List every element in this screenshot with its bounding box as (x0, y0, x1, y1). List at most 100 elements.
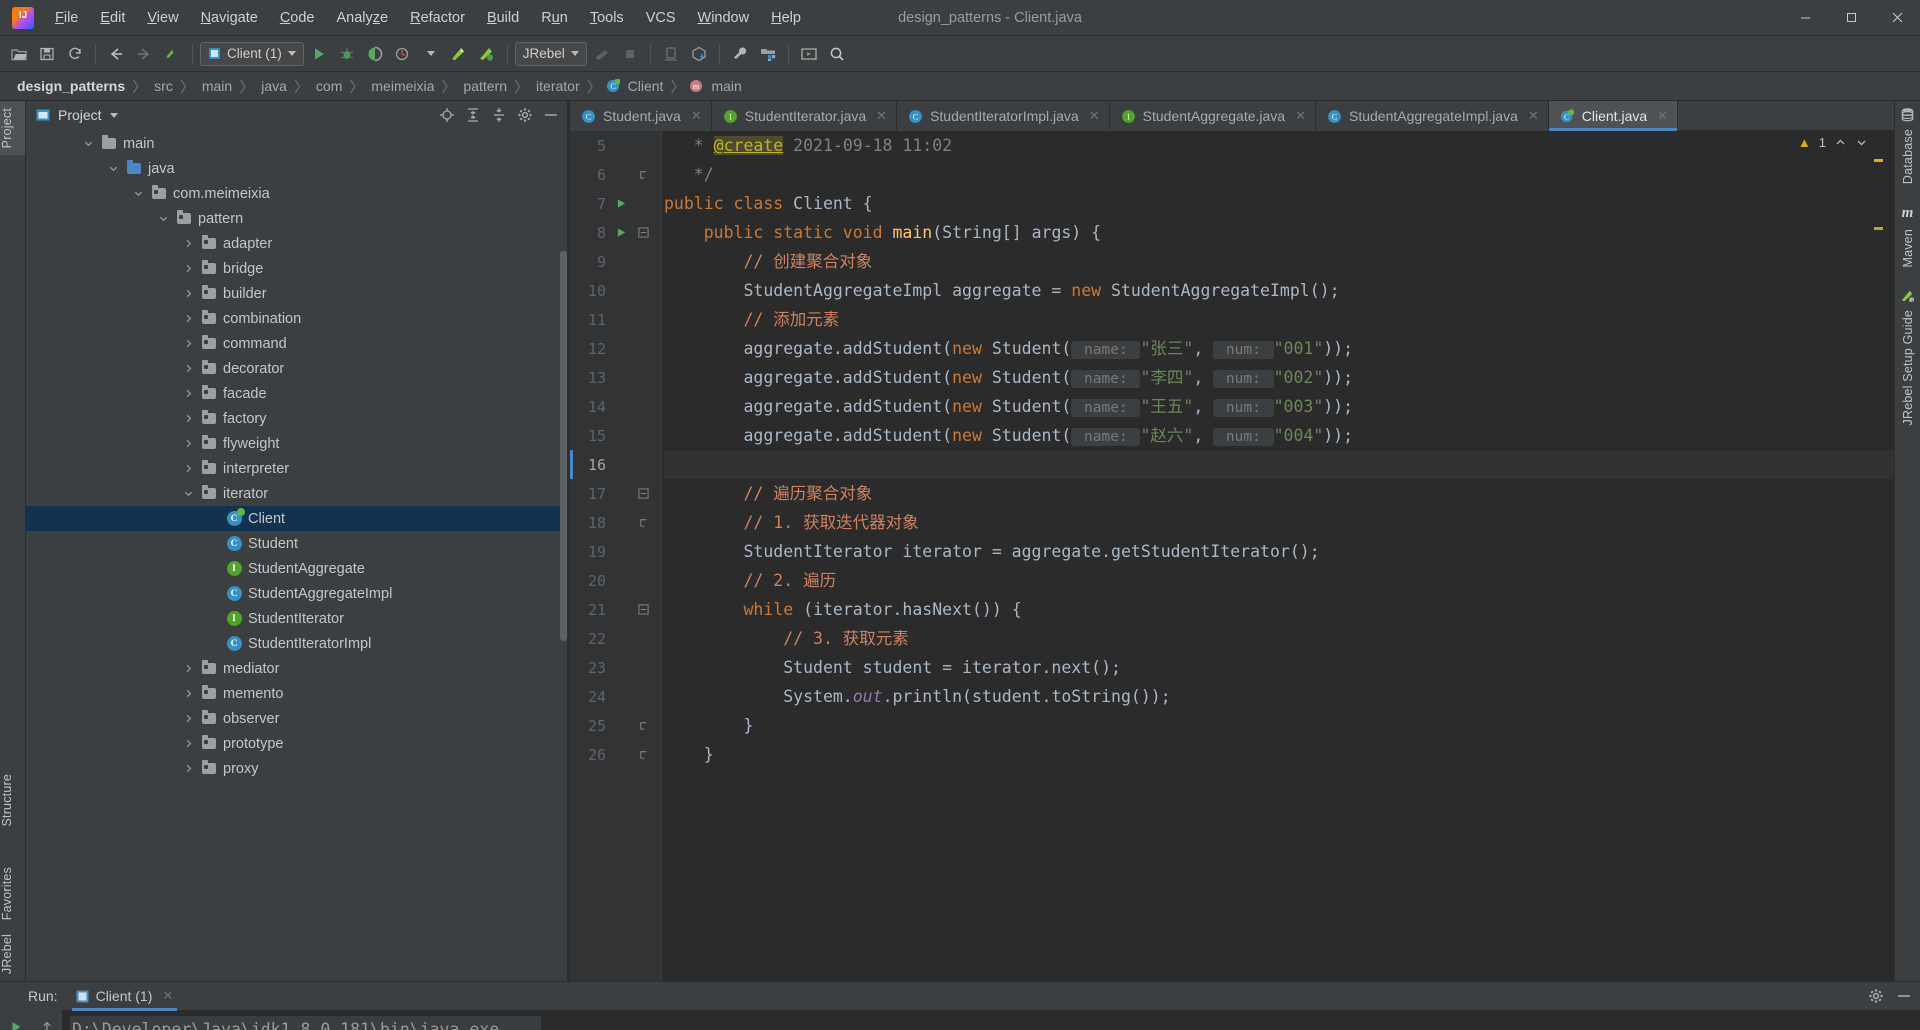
fold-end-icon[interactable] (632, 169, 654, 180)
chevron-right-icon[interactable] (184, 264, 200, 273)
code-line[interactable]: aggregate.addStudent(new Student( name: … (664, 421, 1894, 450)
tree-node-studentaggregate[interactable]: I StudentAggregate (26, 556, 569, 581)
menu-bar[interactable]: File Edit View Navigate Code Analyze Refactor B… (44, 6, 812, 30)
fold-end-icon[interactable] (632, 517, 654, 528)
code-line[interactable]: } (664, 711, 1894, 740)
breadcrumb-item-main[interactable]: m main (689, 78, 744, 94)
gutter-line[interactable]: 5 (570, 131, 662, 160)
close-icon[interactable]: ✕ (876, 108, 887, 124)
chevron-down-icon[interactable] (109, 112, 118, 118)
code-line[interactable]: // 遍历聚合对象 (664, 479, 1894, 508)
maximize-button[interactable] (1828, 0, 1874, 36)
chevron-right-icon[interactable] (184, 339, 200, 348)
editor-tab-studentaggregateimpl-java[interactable]: C StudentAggregateImpl.java ✕ (1316, 101, 1549, 131)
rerun-icon[interactable] (3, 1014, 29, 1030)
code-line[interactable]: Student student = iterator.next(); (664, 653, 1894, 682)
code-line[interactable]: aggregate.addStudent(new Student( name: … (664, 334, 1894, 363)
menu-item-navigate[interactable]: Navigate (190, 6, 269, 30)
code-line[interactable]: // 3. 获取元素 (664, 624, 1894, 653)
close-icon[interactable]: ✕ (1295, 108, 1306, 124)
menu-item-analyze[interactable]: Analyze (326, 6, 400, 30)
project-tool-window[interactable]: Project main java com.meimeixia pattern … (26, 101, 570, 981)
code-editor[interactable]: 5 6 7 8 9 10 11 12 13 14 15 16 17 18 19 20 21 22 23 24 25 26 … (570, 131, 1894, 981)
tree-node-flyweight[interactable]: flyweight (26, 431, 569, 456)
run-configuration-selector[interactable]: Client (1) (200, 41, 304, 66)
main-toolbar[interactable]: Client (1) JRebel (0, 36, 1920, 72)
code-line[interactable]: aggregate.addStudent(new Student( name: … (664, 363, 1894, 392)
tree-node-combination[interactable]: combination (26, 306, 569, 331)
close-icon[interactable]: ✕ (162, 988, 173, 1004)
code-line[interactable]: System.out.println(student.toString()); (664, 682, 1894, 711)
chevron-right-icon[interactable] (184, 664, 200, 673)
open-folder-icon[interactable] (6, 41, 32, 67)
chevron-down-icon[interactable] (109, 164, 125, 173)
chevron-right-icon[interactable] (184, 289, 200, 298)
jrebel-run-icon[interactable] (446, 41, 472, 67)
gutter-line[interactable]: 22 (570, 624, 662, 653)
editor-tab-studentiterator-java[interactable]: I StudentIterator.java ✕ (712, 101, 898, 131)
collapse-all-icon[interactable] (489, 105, 509, 125)
window-controls[interactable] (1782, 0, 1920, 36)
gutter-line[interactable]: 7 (570, 189, 662, 218)
sidebar-item-database[interactable]: Database (1901, 122, 1915, 191)
gutter-line[interactable]: 25 (570, 711, 662, 740)
code-line[interactable]: StudentAggregateImpl aggregate = new Stu… (664, 276, 1894, 305)
menu-item-view[interactable]: View (136, 6, 189, 30)
gutter-line[interactable]: 17 (570, 479, 662, 508)
attach-debugger-icon[interactable] (589, 41, 615, 67)
inspection-widget[interactable]: ▲ 1 (1798, 135, 1868, 150)
menu-item-help[interactable]: Help (760, 6, 812, 30)
run-icon[interactable] (306, 41, 332, 67)
tree-node-iterator[interactable]: iterator (26, 481, 569, 506)
hide-panel-icon[interactable] (1896, 988, 1912, 1004)
locate-icon[interactable] (437, 105, 457, 125)
editor-tab-studentaggregate-java[interactable]: I StudentAggregate.java ✕ (1110, 101, 1316, 131)
panel-splitter[interactable] (567, 101, 569, 981)
tree-node-interpreter[interactable]: interpreter (26, 456, 569, 481)
sdk-manager-icon[interactable] (686, 41, 712, 67)
close-icon[interactable]: ✕ (1089, 108, 1100, 124)
chevron-down-icon[interactable] (184, 489, 200, 498)
chevron-right-icon[interactable] (184, 714, 200, 723)
fold-end-icon[interactable] (632, 749, 654, 760)
chevron-right-icon[interactable] (184, 764, 200, 773)
compile-icon[interactable] (159, 41, 185, 67)
tree-node-builder[interactable]: builder (26, 281, 569, 306)
gutter-line[interactable]: 26 (570, 740, 662, 769)
gutter-line[interactable]: 19 (570, 537, 662, 566)
code-line[interactable]: while (iterator.hasNext()) { (664, 595, 1894, 624)
run-with-coverage-icon[interactable] (362, 41, 388, 67)
right-tool-rail[interactable]: Database m Maven JR JRebel Setup Guide (1894, 101, 1920, 981)
gutter-line[interactable]: 21 (570, 595, 662, 624)
chevron-right-icon[interactable] (184, 439, 200, 448)
tree-node-com-meimeixia[interactable]: com.meimeixia (26, 181, 569, 206)
tree-node-studentiterator[interactable]: I StudentIterator (26, 606, 569, 631)
chevron-right-icon[interactable] (184, 314, 200, 323)
chevron-down-icon[interactable] (570, 51, 579, 56)
fold-collapse-icon[interactable] (632, 604, 654, 615)
code-line[interactable]: // 2. 遍历 (664, 566, 1894, 595)
hide-panel-icon[interactable] (541, 105, 561, 125)
gutter-line[interactable]: 12 (570, 334, 662, 363)
tree-node-command[interactable]: command (26, 331, 569, 356)
chevron-right-icon[interactable] (184, 739, 200, 748)
gear-icon[interactable] (515, 105, 535, 125)
error-stripe[interactable] (1872, 131, 1884, 981)
code-line[interactable]: */ (664, 160, 1894, 189)
console-output[interactable]: D:\Developer\Java\jdk1.8.0_181\bin\java.… (62, 1010, 1920, 1030)
gutter-line[interactable]: 23 (570, 653, 662, 682)
forward-arrow-icon[interactable] (131, 41, 157, 67)
fold-collapse-icon[interactable] (632, 227, 654, 238)
code-line[interactable]: // 创建聚合对象 (664, 247, 1894, 276)
code-line[interactable]: aggregate.addStudent(new Student( name: … (664, 392, 1894, 421)
breadcrumb-item-src[interactable]: src (151, 78, 176, 94)
stripe-warning[interactable] (1874, 227, 1883, 230)
tree-node-memento[interactable]: memento (26, 681, 569, 706)
breadcrumb-item-pattern[interactable]: pattern (460, 78, 510, 94)
gutter-line[interactable]: 11 (570, 305, 662, 334)
menu-item-run[interactable]: Run (530, 6, 579, 30)
chevron-right-icon[interactable] (184, 364, 200, 373)
gutter-line[interactable]: 24 (570, 682, 662, 711)
chevron-down-icon[interactable] (159, 214, 175, 223)
profile-icon[interactable] (390, 41, 416, 67)
